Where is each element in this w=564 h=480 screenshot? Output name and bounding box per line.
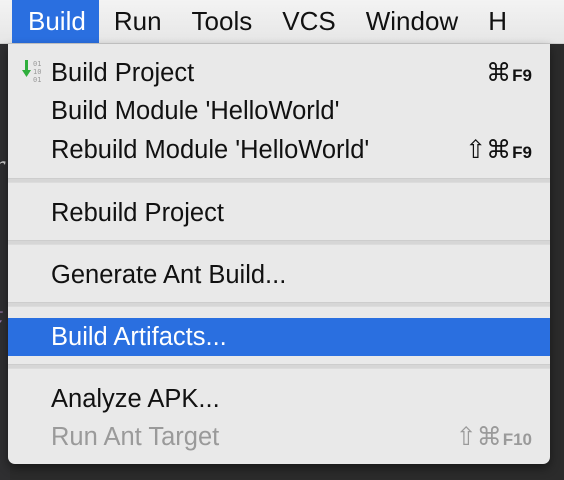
build-dropdown-menu: 01 10 01 Build Project ⌘ F9 Build Module … [8, 44, 550, 464]
shortcut: ⇧⌘ F10 [455, 423, 532, 451]
menu-item-run-ant-target: Run Ant Target ⇧⌘ F10 [8, 418, 550, 456]
menu-item-label: Analyze APK... [51, 384, 220, 413]
menu-run[interactable]: Run [99, 0, 177, 43]
editor-code-fragment: r [0, 154, 5, 179]
menu-item-label: Build Artifacts... [51, 322, 227, 351]
menu-item-build-project[interactable]: 01 10 01 Build Project ⌘ F9 [8, 54, 550, 92]
menu-tools[interactable]: Tools [177, 0, 268, 43]
menu-item-build-artifacts[interactable]: Build Artifacts... [8, 318, 550, 356]
menu-item-label: Generate Ant Build... [51, 260, 287, 289]
svg-text:10: 10 [33, 68, 41, 76]
shortcut: ⇧⌘ F9 [465, 136, 532, 164]
menu-vcs[interactable]: VCS [267, 0, 350, 43]
shortcut: ⌘ F9 [486, 59, 532, 87]
menu-item-build-module[interactable]: Build Module 'HelloWorld' [8, 92, 550, 130]
menu-separator [8, 240, 550, 245]
svg-text:01: 01 [33, 76, 41, 84]
menu-item-analyze-apk[interactable]: Analyze APK... [8, 380, 550, 418]
menu-item-label: Rebuild Project [51, 198, 224, 227]
menu-separator [8, 302, 550, 307]
menu-bar: Build Run Tools VCS Window H [0, 0, 564, 44]
menu-item-label: Build Project [51, 58, 195, 87]
menu-item-generate-ant-build[interactable]: Generate Ant Build... [8, 256, 550, 294]
menu-item-rebuild-module[interactable]: Rebuild Module 'HelloWorld' ⇧⌘ F9 [8, 131, 550, 169]
menu-item-rebuild-project[interactable]: Rebuild Project [8, 194, 550, 232]
editor-code-fragment: t [0, 304, 3, 329]
menu-item-label: Build Module 'HelloWorld' [51, 96, 340, 125]
build-project-icon: 01 10 01 [22, 60, 41, 84]
menu-window[interactable]: Window [351, 0, 473, 43]
menu-build[interactable]: Build [12, 0, 99, 43]
menu-item-label: Rebuild Module 'HelloWorld' [51, 135, 370, 164]
menu-help[interactable]: H [473, 0, 522, 43]
menu-item-label: Run Ant Target [51, 422, 220, 451]
menu-separator [8, 364, 550, 369]
svg-text:01: 01 [33, 60, 41, 68]
menu-separator [8, 178, 550, 183]
